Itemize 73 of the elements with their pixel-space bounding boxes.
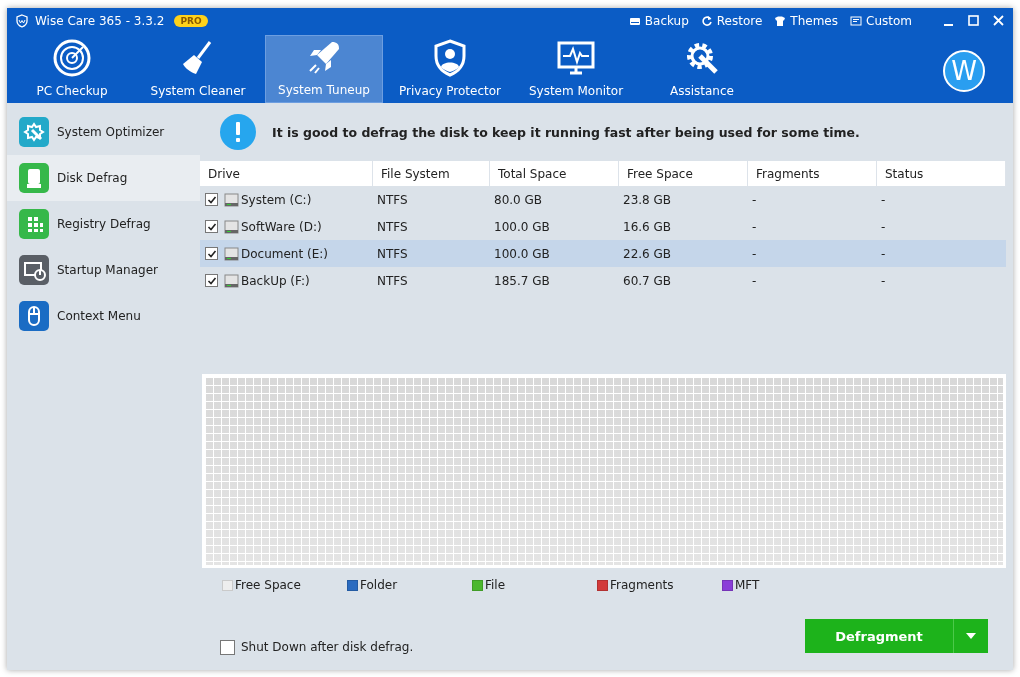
checkbox[interactable] <box>205 220 218 233</box>
column-header[interactable]: Free Space <box>619 161 748 186</box>
info-icon <box>220 114 256 150</box>
themes-link[interactable]: Themes <box>774 13 838 28</box>
legend-label: Fragments <box>610 578 674 592</box>
column-header[interactable]: File System <box>373 161 490 186</box>
table-cell-text: NTFS <box>376 246 409 261</box>
column-header[interactable]: Status <box>877 161 1006 186</box>
backup-link[interactable]: Backup <box>628 13 689 28</box>
nav-tab[interactable]: System Cleaner <box>135 34 261 103</box>
monitor-power-icon <box>19 255 49 285</box>
column-header[interactable]: Drive <box>200 161 373 186</box>
legend-label: MFT <box>735 578 760 592</box>
table-cell-text: - <box>751 192 758 207</box>
selected-row[interactable]: Document (E:) NTFS 100.0 GB 22.6 GB - - <box>200 240 1006 267</box>
window-title: Wise Care 365 - 3.3.2 <box>35 13 165 28</box>
table-cell-text: - <box>751 219 758 234</box>
table-cell-text: NTFS <box>376 219 409 234</box>
table-cell-text: - <box>880 273 887 288</box>
table-cell-text: 80.0 GB <box>493 192 544 207</box>
refresh-icon <box>700 14 713 27</box>
table-cell-text: - <box>751 273 758 288</box>
table-cell: Document (E:) <box>241 246 328 261</box>
table-cell: SoftWare (D:) <box>241 219 322 234</box>
sidebar-item[interactable]: Registry Defrag <box>7 201 200 247</box>
table-cell-text: 16.6 GB <box>622 219 673 234</box>
nav-tab[interactable]: Assistance <box>639 34 765 103</box>
gear-wrench-icon <box>19 117 49 147</box>
table-cell-text: 23.8 GB <box>622 192 673 207</box>
mouse-icon <box>19 301 49 331</box>
close-icon[interactable] <box>992 14 1005 28</box>
drive-icon <box>19 163 49 193</box>
shirt-icon <box>774 14 787 27</box>
checkbox[interactable] <box>205 274 218 287</box>
grid-blocks-icon <box>19 209 49 239</box>
column-header[interactable]: Fragments <box>748 161 877 186</box>
restore-link[interactable]: Restore <box>700 13 763 28</box>
table-cell-text: 22.6 GB <box>622 246 673 261</box>
nav-tab[interactable]: Privacy Protector <box>387 34 513 103</box>
column-header[interactable]: Total Space <box>490 161 619 186</box>
notice-text: It is good to defrag the disk to keep it running fast after being used for some time. <box>272 124 860 140</box>
table-cell-text: NTFS <box>376 192 409 207</box>
legend-label: File <box>485 578 506 592</box>
maximize-icon[interactable] <box>967 14 980 28</box>
list-window-icon <box>850 14 862 27</box>
pro-badge: PRO <box>174 14 208 27</box>
table-cell-text: 60.7 GB <box>622 273 673 288</box>
table-cell: BackUp (F:) <box>241 273 310 288</box>
nav-tab[interactable]: System Monitor <box>513 34 639 103</box>
checkbox-label: Shut Down after disk defrag. <box>241 640 414 654</box>
legend-label: Free Space <box>235 578 301 592</box>
nav-tab[interactable]: System Tuneup <box>265 34 383 103</box>
checkbox[interactable] <box>220 639 235 655</box>
sidebar-item[interactable]: System Optimizer <box>7 109 200 155</box>
sidebar-item[interactable]: Startup Manager <box>7 247 200 293</box>
checkbox[interactable] <box>205 247 218 260</box>
shield-logo-icon <box>15 13 29 28</box>
table-cell-text: 100.0 GB <box>493 219 551 234</box>
table-cell-text: - <box>880 246 887 261</box>
table-cell-text: 100.0 GB <box>493 246 551 261</box>
legend-label: Folder <box>360 578 398 592</box>
table-cell: System (C:) <box>241 192 312 207</box>
sidebar-item[interactable]: Context Menu <box>7 293 200 339</box>
checkbox[interactable] <box>205 193 218 206</box>
radar-icon <box>52 38 92 78</box>
table-cell-text: 185.7 GB <box>493 273 551 288</box>
nav-tab[interactable]: PC Checkup <box>9 34 135 103</box>
table-cell-text: NTFS <box>376 273 409 288</box>
table-cell-text: - <box>880 219 887 234</box>
table-cell-text: - <box>880 192 887 207</box>
custom-link[interactable]: Custom <box>850 13 912 28</box>
table-cell-text: - <box>751 246 758 261</box>
sidebar-item[interactable]: Disk Defrag <box>7 155 200 201</box>
